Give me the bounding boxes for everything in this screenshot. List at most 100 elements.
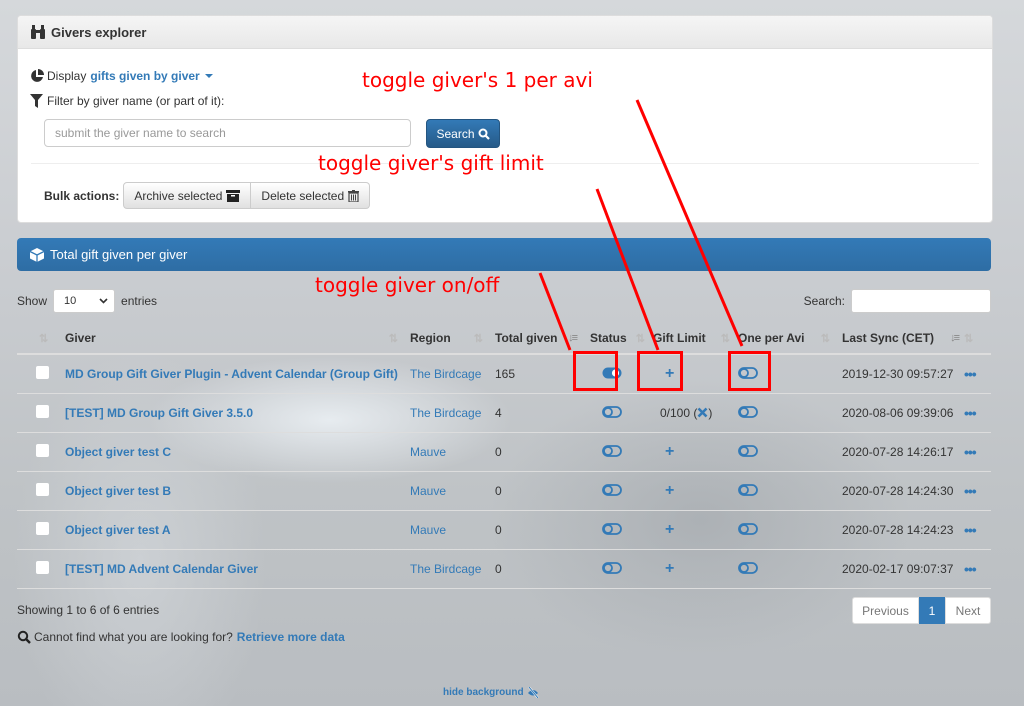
add-gift-limit-icon[interactable]: + — [665, 521, 674, 538]
status-toggle-off-icon[interactable] — [602, 405, 622, 418]
one-per-avi-toggle[interactable] — [738, 561, 758, 577]
region-link[interactable]: The Birdcage — [410, 367, 481, 381]
giver-link[interactable]: [TEST] MD Advent Calendar Giver — [65, 562, 258, 576]
column-label: Gift Limit — [653, 331, 706, 345]
display-option-dropdown[interactable]: gifts given by giver — [90, 69, 199, 83]
one-per-avi-toggle[interactable] — [738, 483, 758, 499]
column-header-region[interactable]: Region ⇅ — [402, 323, 487, 355]
gift-limit-cell: + — [649, 471, 734, 511]
table-search-input[interactable] — [851, 289, 991, 313]
page-1-button[interactable]: 1 — [919, 597, 945, 624]
bulk-actions: Bulk actions: Archive selected Delete se… — [44, 182, 371, 209]
status-toggle-off-icon[interactable] — [602, 444, 622, 457]
one-per-avi-toggle-off-icon[interactable] — [738, 522, 758, 535]
remove-gift-limit-icon[interactable] — [697, 407, 708, 418]
giver-cell: Object giver test A — [57, 510, 402, 550]
add-gift-limit-icon[interactable]: + — [665, 482, 674, 499]
status-toggle-off-icon[interactable] — [602, 561, 622, 574]
status-toggle[interactable] — [602, 444, 622, 460]
region-link[interactable]: Mauve — [410, 445, 446, 459]
status-toggle[interactable] — [602, 561, 622, 577]
one-per-avi-toggle[interactable] — [738, 522, 758, 538]
table-row: [TEST] MD Group Gift Giver 3.5.0 The Bir… — [17, 393, 991, 433]
delete-selected-label: Delete selected — [261, 188, 345, 203]
previous-page-button[interactable]: Previous — [852, 597, 919, 624]
column-header-last-sync[interactable]: Last Sync (CET) ↓≡ — [834, 323, 964, 355]
total-given-cell: 0 — [487, 471, 582, 511]
more-actions-icon[interactable]: ••• — [964, 366, 977, 382]
giver-cell: Object giver test C — [57, 432, 402, 472]
more-actions-icon[interactable]: ••• — [964, 561, 977, 577]
more-actions-icon[interactable]: ••• — [964, 483, 977, 499]
region-link[interactable]: The Birdcage — [410, 406, 481, 420]
one-per-avi-cell — [734, 471, 834, 511]
select-column-header[interactable]: ⇅ — [17, 323, 57, 355]
row-checkbox[interactable] — [36, 522, 49, 535]
retrieve-more-link[interactable]: Retrieve more data — [237, 630, 345, 644]
row-checkbox[interactable] — [36, 444, 49, 457]
giver-link[interactable]: Object giver test B — [65, 484, 171, 498]
column-header-total-given[interactable]: Total given ↓≡ — [487, 323, 582, 355]
gift-limit-cell: + — [649, 432, 734, 472]
caret-down-icon[interactable] — [204, 74, 213, 78]
region-link[interactable]: Mauve — [410, 484, 446, 498]
last-sync-cell: 2020-08-06 09:39:06 — [834, 393, 964, 433]
add-gift-limit-icon[interactable]: + — [665, 560, 674, 577]
status-cell — [582, 393, 649, 433]
giver-name-search-input[interactable] — [44, 119, 411, 147]
region-link[interactable]: Mauve — [410, 523, 446, 537]
giver-link[interactable]: [TEST] MD Group Gift Giver 3.5.0 — [65, 406, 253, 420]
next-page-button[interactable]: Next — [945, 597, 991, 624]
archive-selected-button[interactable]: Archive selected — [123, 182, 252, 209]
one-per-avi-toggle-off-icon[interactable] — [738, 444, 758, 457]
status-cell — [582, 510, 649, 550]
status-toggle[interactable] — [602, 405, 622, 421]
status-toggle[interactable] — [602, 522, 622, 538]
row-checkbox[interactable] — [36, 561, 49, 574]
trash-icon — [348, 189, 360, 202]
row-checkbox[interactable] — [36, 483, 49, 496]
explorer-title: Givers explorer — [51, 24, 147, 40]
column-header-giver[interactable]: Giver ⇅ — [57, 323, 402, 355]
annotation-box-status — [573, 351, 618, 391]
more-actions-icon[interactable]: ••• — [964, 405, 977, 421]
sort-icon: ⇅ — [964, 333, 973, 345]
status-toggle[interactable] — [602, 483, 622, 499]
column-header-status[interactable]: Status ⇅ — [582, 323, 649, 355]
column-header-gift-limit[interactable]: Gift Limit ⇅ — [649, 323, 734, 355]
gift-limit-cell: 0/100 () — [649, 393, 734, 433]
status-toggle-off-icon[interactable] — [602, 522, 622, 535]
total-given-value: 0 — [495, 523, 502, 537]
one-per-avi-toggle-off-icon[interactable] — [738, 483, 758, 496]
last-sync-cell: 2020-07-28 14:24:30 — [834, 471, 964, 511]
archive-icon — [226, 189, 241, 202]
total-given-value: 4 — [495, 406, 502, 420]
giver-link[interactable]: Object giver test A — [65, 523, 171, 537]
giver-link[interactable]: MD Group Gift Giver Plugin - Advent Cale… — [65, 367, 398, 381]
one-per-avi-toggle-off-icon[interactable] — [738, 405, 758, 418]
column-label: Last Sync (CET) — [842, 331, 935, 345]
row-checkbox[interactable] — [36, 366, 49, 379]
search-icon — [478, 128, 490, 140]
column-header-one-per-avi[interactable]: One per Avi ⇅ — [734, 323, 834, 355]
delete-selected-button[interactable]: Delete selected — [251, 182, 371, 209]
add-gift-limit-icon[interactable]: + — [665, 443, 674, 460]
search-icon — [17, 630, 31, 644]
table-row: Object giver test A Mauve 0 + 2020-07-28… — [17, 510, 991, 550]
one-per-avi-toggle[interactable] — [738, 405, 758, 421]
actions-column-header[interactable]: ⇅ — [964, 323, 991, 355]
one-per-avi-toggle[interactable] — [738, 444, 758, 460]
giver-link[interactable]: Object giver test C — [65, 445, 171, 459]
region-cell: Mauve — [402, 510, 487, 550]
more-actions-icon[interactable]: ••• — [964, 444, 977, 460]
hide-background-link[interactable]: hide background — [443, 687, 539, 698]
status-toggle-off-icon[interactable] — [602, 483, 622, 496]
search-button[interactable]: Search — [426, 119, 500, 148]
page-length-select[interactable]: 10 — [53, 289, 116, 313]
more-actions-icon[interactable]: ••• — [964, 522, 977, 538]
one-per-avi-cell — [734, 510, 834, 550]
row-checkbox[interactable] — [36, 405, 49, 418]
row-actions-cell: ••• — [964, 549, 991, 589]
one-per-avi-toggle-off-icon[interactable] — [738, 561, 758, 574]
region-link[interactable]: The Birdcage — [410, 562, 481, 576]
